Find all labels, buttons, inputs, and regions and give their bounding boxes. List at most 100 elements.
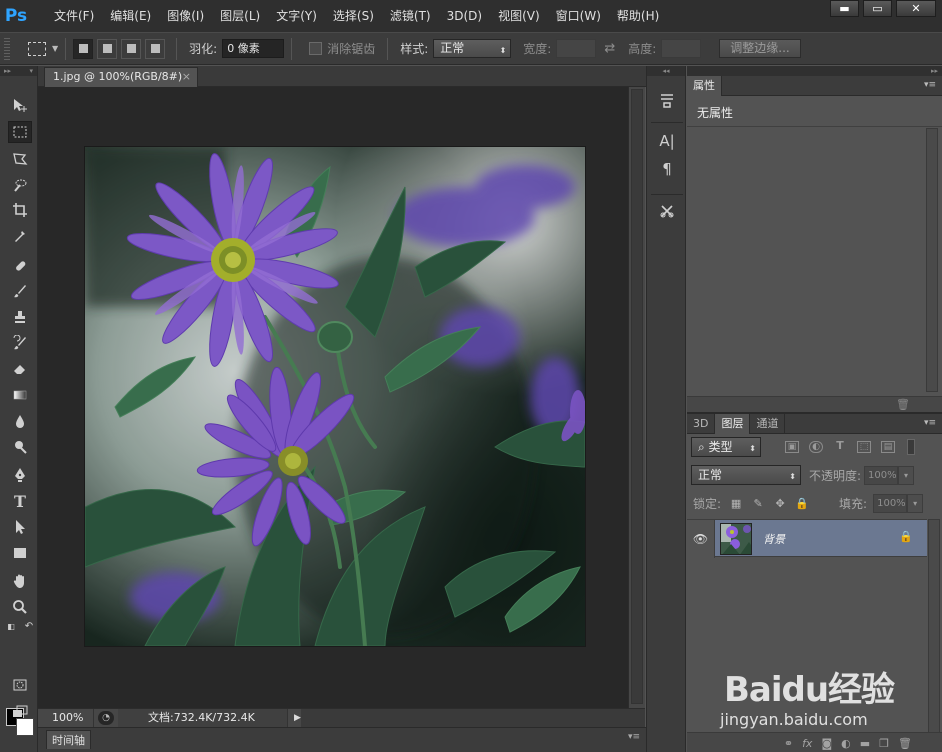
gradient-tool-icon[interactable] xyxy=(8,384,32,406)
add-mask-icon[interactable]: ◙ xyxy=(821,737,832,750)
new-group-icon[interactable]: ▬ xyxy=(860,737,870,750)
move-tool-icon[interactable] xyxy=(8,94,32,116)
close-tab-icon[interactable]: × xyxy=(182,68,191,86)
opacity-dropdown-icon[interactable]: ▾ xyxy=(898,465,915,485)
eraser-tool-icon[interactable] xyxy=(8,358,32,380)
menu-view[interactable]: 视图(V) xyxy=(490,0,548,32)
tool-presets-icon[interactable] xyxy=(656,90,678,112)
width-input[interactable] xyxy=(556,39,597,58)
fill-input[interactable]: 100% xyxy=(873,493,908,513)
shape-filter-icon[interactable]: ⬚ xyxy=(857,441,871,453)
layer-row[interactable]: 👁 背景 🔒 xyxy=(687,519,927,558)
zoom-tool-icon[interactable] xyxy=(8,596,32,618)
rectangle-tool-icon[interactable] xyxy=(8,542,32,564)
brush-settings-icon[interactable] xyxy=(656,200,678,222)
panel-menu-icon[interactable]: ▾≡ xyxy=(628,732,640,742)
tab-layers[interactable]: 图层 xyxy=(715,414,751,434)
lock-image-icon[interactable]: ✎ xyxy=(751,496,765,510)
clone-stamp-tool-icon[interactable] xyxy=(8,306,32,328)
menu-help[interactable]: 帮助(H) xyxy=(609,0,667,32)
type-filter-icon[interactable]: T xyxy=(833,440,847,453)
document-image[interactable] xyxy=(85,147,585,646)
minimize-button[interactable]: ▬ xyxy=(830,0,859,17)
trash-icon[interactable]: 🗑 xyxy=(896,398,910,411)
paragraph-panel-icon[interactable]: ¶ xyxy=(656,158,678,180)
default-colors-icon[interactable]: ◧ xyxy=(4,619,18,633)
filter-kind-select[interactable]: ⌕ 类型 ⬍ xyxy=(691,437,761,457)
menu-select[interactable]: 选择(S) xyxy=(325,0,382,32)
lasso-tool-icon[interactable] xyxy=(8,148,32,170)
document-tab[interactable]: 1.jpg @ 100%(RGB/8#) × xyxy=(44,67,198,87)
filter-toggle[interactable] xyxy=(907,439,915,455)
pixel-filter-icon[interactable]: ▣ xyxy=(785,441,799,453)
intersect-selection-button[interactable] xyxy=(145,38,166,59)
visibility-eye-icon[interactable]: 👁 xyxy=(687,520,715,558)
status-menu-arrow-icon[interactable]: ▶ xyxy=(294,713,301,723)
zoom-level[interactable]: 100% xyxy=(38,708,94,728)
adjustment-filter-icon[interactable]: ◐ xyxy=(809,441,823,453)
menu-image[interactable]: 图像(I) xyxy=(159,0,212,32)
panel-menu-icon[interactable]: ▾≡ xyxy=(924,80,936,90)
tab-3d[interactable]: 3D xyxy=(687,414,716,434)
status-info-icon[interactable]: ◔ xyxy=(98,711,114,725)
quick-selection-tool-icon[interactable] xyxy=(8,174,32,196)
path-selection-tool-icon[interactable] xyxy=(8,516,32,538)
blur-tool-icon[interactable] xyxy=(8,410,32,432)
options-grip[interactable] xyxy=(4,37,10,60)
menu-type[interactable]: 文字(Y) xyxy=(268,0,325,32)
lock-all-icon[interactable]: 🔒 xyxy=(795,496,809,510)
screen-mode-icon[interactable] xyxy=(8,700,32,722)
scrollbar-thumb[interactable] xyxy=(631,89,643,704)
chevron-down-icon[interactable]: ▼ xyxy=(52,44,58,53)
height-input[interactable] xyxy=(661,39,702,58)
timeline-tab[interactable]: 时间轴 xyxy=(46,730,91,749)
panel-header[interactable]: ▸▸ xyxy=(687,66,942,76)
quick-mask-icon[interactable] xyxy=(8,674,32,696)
new-selection-button[interactable] xyxy=(73,38,94,59)
marquee-preset-icon[interactable] xyxy=(28,41,46,56)
lock-transparent-icon[interactable]: ▦ xyxy=(729,496,743,510)
horizontal-scrollbar[interactable] xyxy=(300,708,645,728)
layers-scrollbar[interactable] xyxy=(928,519,940,734)
delete-layer-icon[interactable]: 🗑 xyxy=(898,737,912,750)
dodge-tool-icon[interactable] xyxy=(8,436,32,458)
dock-header[interactable]: ◂◂ xyxy=(647,66,685,76)
pen-tool-icon[interactable] xyxy=(8,464,32,486)
blend-mode-select[interactable]: 正常 ⬍ xyxy=(691,465,801,485)
menu-window[interactable]: 窗口(W) xyxy=(548,0,609,32)
adjustment-layer-icon[interactable]: ◐ xyxy=(841,737,851,750)
restore-button[interactable]: ▭ xyxy=(863,0,892,17)
menu-layer[interactable]: 图层(L) xyxy=(212,0,268,32)
add-selection-button[interactable] xyxy=(97,38,118,59)
feather-input[interactable]: 0 像素 xyxy=(222,39,285,58)
panel-menu-icon[interactable]: ▾≡ xyxy=(924,418,936,428)
menu-filter[interactable]: 滤镜(T) xyxy=(382,0,439,32)
smart-object-filter-icon[interactable]: ▤ xyxy=(881,441,895,453)
swap-colors-icon[interactable]: ↶ xyxy=(22,619,36,633)
close-button[interactable]: ✕ xyxy=(896,0,936,17)
refine-edge-button[interactable]: 调整边缘... xyxy=(719,39,801,58)
crop-tool-icon[interactable] xyxy=(8,199,32,221)
layer-style-icon[interactable]: fx xyxy=(802,737,812,750)
tab-channels[interactable]: 通道 xyxy=(750,414,786,434)
link-layers-icon[interactable]: ⚭ xyxy=(784,737,793,750)
antialias-checkbox[interactable] xyxy=(309,42,323,55)
layer-thumbnail[interactable] xyxy=(720,523,752,555)
menu-edit[interactable]: 编辑(E) xyxy=(102,0,159,32)
new-layer-icon[interactable]: ❐ xyxy=(879,737,889,750)
menu-file[interactable]: 文件(F) xyxy=(46,0,102,32)
hand-tool-icon[interactable] xyxy=(8,570,32,592)
swap-icon[interactable]: ⇄ xyxy=(604,41,615,56)
healing-brush-tool-icon[interactable] xyxy=(8,255,32,277)
menu-3d[interactable]: 3D(D) xyxy=(439,0,490,32)
character-panel-icon[interactable]: A| xyxy=(656,130,678,152)
layer-name[interactable]: 背景 xyxy=(763,531,785,547)
lock-position-icon[interactable]: ✥ xyxy=(773,496,787,510)
type-tool-icon[interactable]: T xyxy=(8,490,32,512)
vertical-scrollbar[interactable] xyxy=(628,87,645,708)
eyedropper-tool-icon[interactable] xyxy=(8,225,32,247)
subtract-selection-button[interactable] xyxy=(121,38,142,59)
brush-tool-icon[interactable] xyxy=(8,280,32,302)
tab-properties[interactable]: 属性 xyxy=(687,76,722,96)
toolbar-header[interactable]: ▸▸ ▾ xyxy=(0,66,37,76)
